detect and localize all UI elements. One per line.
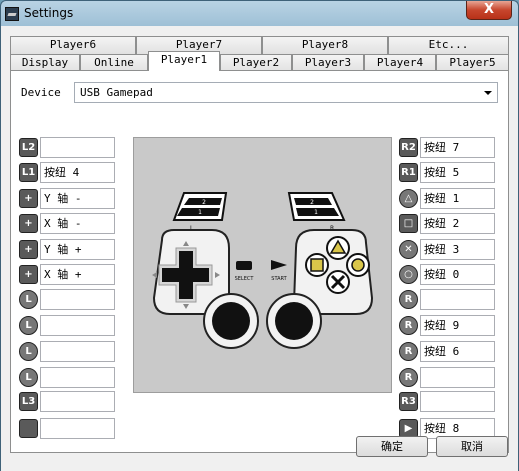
mapping-field[interactable]: 按纽 3 [420,239,495,260]
gamepad-diagram: 2 1 2 1 L R SELECT START [152,192,374,349]
left-shoulder-buttons: 2 1 [172,192,228,221]
close-button[interactable]: X [466,1,512,20]
tab-etc[interactable]: Etc... [388,36,509,54]
right-stick-up-icon: R [399,290,418,309]
title-bar[interactable]: Settings X [0,0,519,26]
select-button-icon [19,419,38,438]
mapping-field[interactable]: Y 轴 + [40,239,115,260]
mapping-field[interactable] [40,137,115,158]
mapping-field[interactable]: X 轴 + [40,264,115,285]
left-stick-down-icon: L [19,342,38,361]
dpad-up-icon: + [19,189,38,208]
right-stick-down-icon: R [399,342,418,361]
l3-button-icon: L3 [19,392,38,411]
mapping-field[interactable] [40,418,115,439]
mapping-field[interactable]: 按纽 0 [420,264,495,285]
left-grip-label-1: 1 [198,209,202,216]
right-grip-label-1: 1 [314,209,318,216]
app-icon [5,7,19,21]
left-stick-right-icon: L [19,368,38,387]
l1-button-icon: L1 [19,163,38,182]
player-settings-panel: Device USB Gamepad L2 L1 按纽 4 + Y 轴 - + X 轴 - +… [10,70,509,453]
right-shoulder-buttons: 2 1 [287,192,346,221]
mapping-field[interactable]: 按纽 7 [420,137,495,158]
mapping-field[interactable] [420,391,495,412]
cancel-button[interactable]: 取消 [436,436,508,457]
device-select[interactable]: USB Gamepad [74,82,498,103]
mapping-field[interactable]: Y 轴 - [40,188,115,209]
device-label: Device [21,86,61,99]
cross-button-icon: ✕ [399,240,418,259]
circle-button-icon: ○ [399,265,418,284]
mapping-field[interactable]: 按纽 1 [420,188,495,209]
mapping-field[interactable] [420,367,495,388]
right-stick-right-icon: R [399,368,418,387]
mapping-field[interactable] [40,367,115,388]
tab-player6[interactable]: Player6 [10,36,136,54]
select-start-buttons: SELECT START [235,260,288,282]
start-label: START [271,276,287,282]
left-stick-left-icon: L [19,316,38,335]
mapping-field[interactable]: 按纽 6 [420,341,495,362]
dpad-left-icon: + [19,214,38,233]
mapping-field[interactable]: 按纽 2 [420,213,495,234]
dpad-right-icon: + [19,265,38,284]
dpad-down-icon: + [19,240,38,259]
left-grip-label-2: 2 [202,199,206,206]
r2-button-icon: R2 [399,138,418,157]
mapping-field[interactable] [40,391,115,412]
mapping-field[interactable]: X 轴 - [40,213,115,234]
right-grip-label-2: 2 [310,199,314,206]
mapping-field[interactable] [40,341,115,362]
ok-button[interactable]: 确定 [356,436,428,457]
triangle-button-icon: △ [399,189,418,208]
mapping-field[interactable] [40,289,115,310]
right-stick-left-icon: R [399,316,418,335]
l2-button-icon: L2 [19,138,38,157]
device-select-value: USB Gamepad [80,86,153,99]
mapping-field[interactable] [420,289,495,310]
mapping-field[interactable]: 按纽 9 [420,315,495,336]
mapping-field[interactable] [40,315,115,336]
analog-sticks [203,293,322,349]
square-button-icon: □ [399,214,418,233]
mapping-field[interactable]: 按纽 5 [420,162,495,183]
r3-button-icon: R3 [399,392,418,411]
mapping-field[interactable]: 按纽 4 [40,162,115,183]
select-label: SELECT [235,276,255,282]
controller-illustration: 2 1 2 1 L R SELECT START [133,137,392,393]
tab-player1[interactable]: Player1 [148,51,220,71]
r1-button-icon: R1 [399,163,418,182]
dialog-body: Player6 Player7 Player8 Etc... Display O… [0,26,519,471]
window-title: Settings [24,6,74,20]
chevron-down-icon[interactable] [484,91,492,95]
left-stick-up-icon: L [19,290,38,309]
tab-player8[interactable]: Player8 [262,36,388,54]
